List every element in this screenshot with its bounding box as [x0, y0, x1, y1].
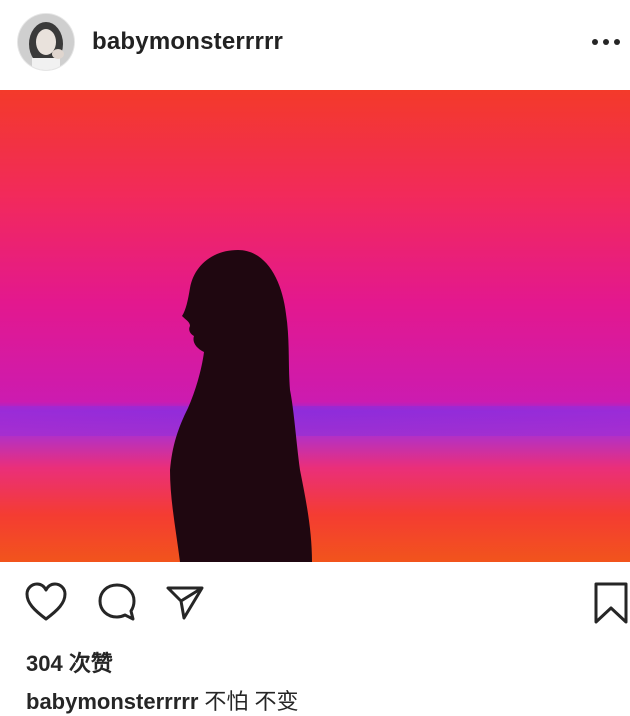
caption: babymonsterrrrr 不怕 不变 — [26, 684, 299, 716]
instagram-post: babymonsterrrrr 304 次赞 babymonsterrrrr 不… — [0, 0, 630, 716]
more-options-button[interactable] — [588, 30, 624, 54]
photo-image — [0, 90, 630, 562]
bookmark-icon — [594, 582, 628, 624]
post-username[interactable]: babymonsterrrrr — [92, 28, 283, 56]
share-button[interactable] — [162, 580, 208, 624]
post-photo[interactable] — [0, 90, 630, 562]
caption-username[interactable]: babymonsterrrrr — [26, 689, 198, 714]
save-button[interactable] — [590, 580, 630, 626]
avatar[interactable] — [18, 14, 74, 70]
heart-icon — [25, 582, 67, 621]
likes-count[interactable]: 304 次赞 — [26, 646, 113, 678]
avatar-image — [18, 14, 74, 70]
post-header: babymonsterrrrr — [0, 0, 630, 88]
caption-text: 不怕 不变 — [204, 689, 299, 714]
paper-plane-icon — [166, 586, 204, 620]
more-options-icon — [592, 39, 620, 45]
action-bar — [0, 570, 630, 640]
comment-bubble-icon — [98, 583, 136, 621]
comment-button[interactable] — [94, 580, 140, 624]
like-button[interactable] — [22, 580, 70, 624]
